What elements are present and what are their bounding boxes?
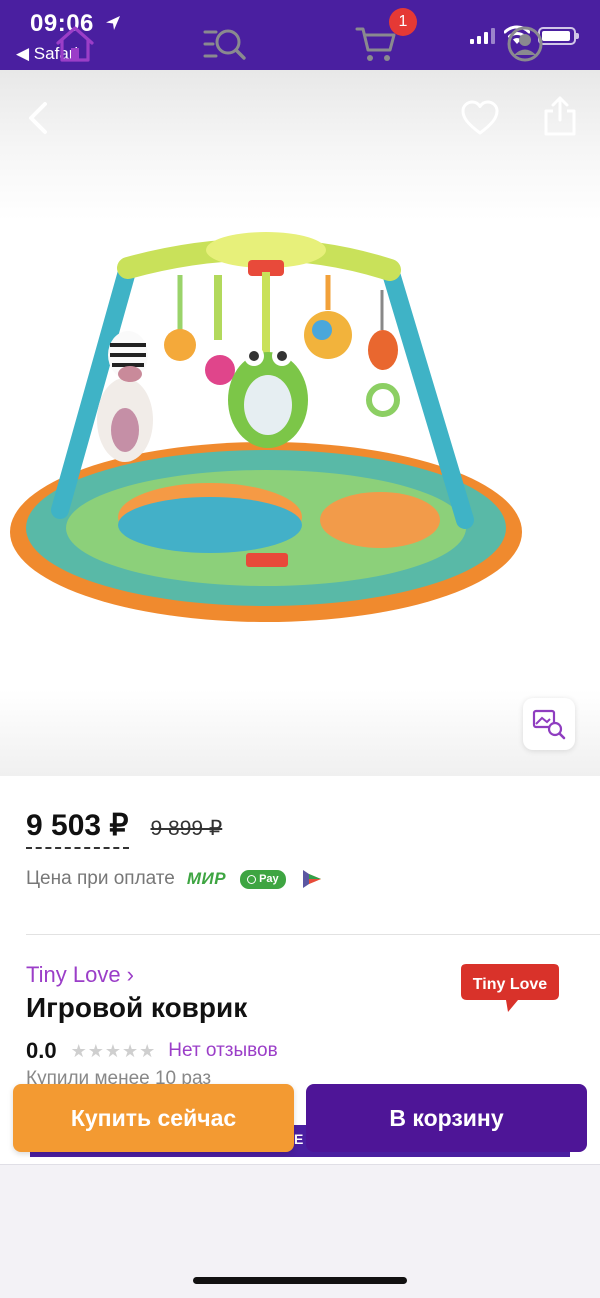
mir-logo-icon: МИР xyxy=(186,869,227,888)
sberpay-logo-icon: Pay xyxy=(240,869,286,889)
tab-catalog[interactable] xyxy=(201,20,249,68)
brand-link[interactable]: Tiny Love › xyxy=(26,962,134,988)
payment-note: Цена при оплате xyxy=(26,868,175,889)
brand-logo[interactable]: Tiny Love xyxy=(460,960,560,1016)
share-icon[interactable] xyxy=(538,94,582,138)
product-image[interactable] xyxy=(0,160,530,690)
tab-home[interactable] xyxy=(51,20,99,68)
price-old: 9 899 ₽ xyxy=(150,817,223,840)
profile-icon xyxy=(507,26,543,62)
catalog-search-icon xyxy=(203,29,246,60)
product-title: Игровой коврик xyxy=(26,992,248,1023)
svg-text:Tiny Love: Tiny Love xyxy=(473,976,547,993)
rating-row: 0.0 ★★★★★ Нет отзывов xyxy=(26,1038,278,1064)
cart-count-badge: 1 xyxy=(389,8,417,36)
price-row: 9 503 ₽ 9 899 ₽ xyxy=(26,808,222,849)
product-gallery[interactable] xyxy=(0,70,600,776)
payment-methods-row: Цена при оплате МИР Pay xyxy=(26,868,322,890)
signal-icon xyxy=(470,28,495,44)
rating-stars-icon: ★★★★★ xyxy=(70,1040,157,1061)
home-icon xyxy=(56,26,94,62)
purchase-count: Купили менее 10 раз xyxy=(26,1068,212,1084)
home-indicator xyxy=(193,1277,407,1284)
image-search-icon xyxy=(532,709,566,740)
rating-value: 0.0 xyxy=(26,1038,57,1063)
visual-search-button[interactable] xyxy=(523,698,575,750)
tab-profile[interactable] xyxy=(501,20,549,68)
back-arrow-icon[interactable] xyxy=(18,96,62,140)
price-current[interactable]: 9 503 ₽ xyxy=(26,808,129,849)
sbp-logo-icon xyxy=(302,870,321,888)
heart-icon[interactable] xyxy=(458,96,502,140)
add-to-cart-button[interactable]: В корзину xyxy=(306,1084,587,1152)
reviews-link[interactable]: Нет отзывов xyxy=(168,1040,277,1062)
buy-now-button[interactable]: Купить сейчас xyxy=(13,1084,294,1152)
divider xyxy=(26,934,600,935)
location-arrow-icon xyxy=(106,16,120,30)
